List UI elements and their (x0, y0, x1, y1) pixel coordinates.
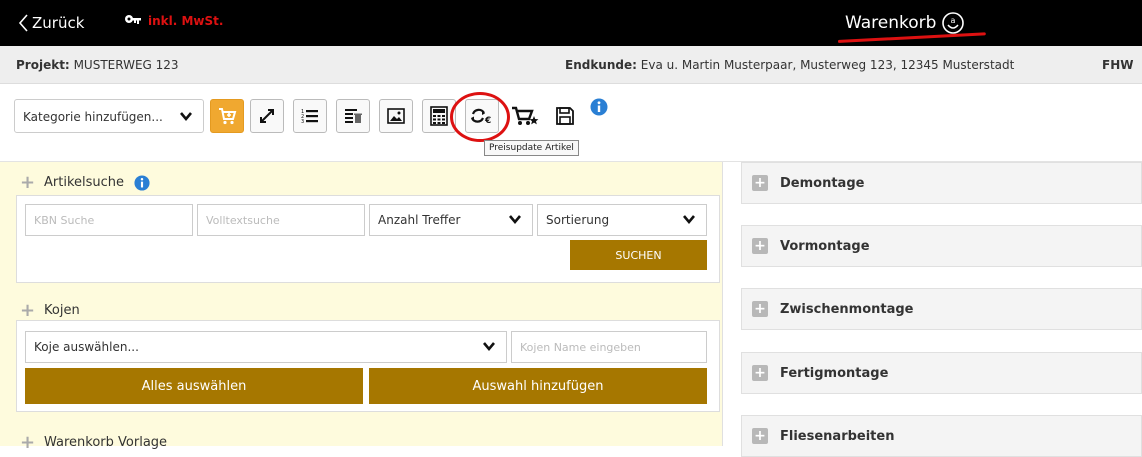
section-fliesenarbeiten[interactable]: + Fliesenarbeiten (741, 415, 1142, 457)
customer-info: Endkunde: Eva u. Martin Musterpaar, Must… (565, 58, 1014, 72)
sortierung-value: Sortierung (546, 213, 610, 227)
anzahl-treffer-select[interactable]: Anzahl Treffer (369, 204, 533, 236)
artikelsuche-title: Artikelsuche (44, 175, 125, 190)
chevron-down-icon (683, 215, 695, 225)
tooltip: Preisupdate Artikel (484, 140, 579, 156)
cart-star-icon (512, 106, 539, 125)
select-all-button[interactable]: Alles auswählen (25, 368, 363, 404)
info-button[interactable] (590, 98, 608, 120)
warenkorb-vorlage-header[interactable]: + Warenkorb Vorlage (20, 432, 167, 453)
key-icon (125, 15, 141, 24)
category-select[interactable]: Kategorie hinzufügen... (14, 99, 204, 133)
logo-icon: a (942, 12, 965, 34)
expand-plus-icon: + (752, 428, 768, 444)
expand-plus-icon: + (752, 238, 768, 254)
left-panel: + Artikelsuche KBN Suche Volltextsuche A… (0, 162, 722, 453)
back-button[interactable]: Zurück (18, 14, 84, 32)
expand-plus-icon: + (752, 365, 768, 381)
expand-icon (260, 109, 274, 123)
svg-text:3: 3 (301, 119, 304, 125)
mwst-label: inkl. MwSt. (148, 14, 224, 28)
customer-value: Eva u. Martin Musterpaar, Musterweg 123,… (640, 58, 1015, 72)
fulltext-search-input[interactable]: Volltextsuche (197, 204, 365, 236)
plus-icon: + (20, 432, 36, 453)
koje-select-value: Koje auswählen... (34, 340, 139, 354)
expand-button[interactable] (250, 99, 284, 133)
section-label: Vormontage (780, 238, 870, 254)
mwst-toggle[interactable]: inkl. MwSt. (124, 14, 223, 28)
search-button[interactable]: SUCHEN (570, 240, 707, 270)
project-label: Projekt: (16, 58, 70, 72)
project-bar: Projekt: MUSTERWEG 123 Endkunde: Eva u. … (0, 46, 1142, 84)
kojen-header[interactable]: + Kojen (20, 300, 80, 321)
section-label: Demontage (780, 175, 865, 191)
info-icon[interactable] (134, 174, 150, 191)
section-zwischenmontage[interactable]: + Zwischenmontage (741, 288, 1142, 330)
image-button[interactable] (379, 99, 413, 133)
chevron-left-icon (18, 14, 28, 32)
info-icon (590, 98, 608, 116)
section-label: Zwischenmontage (780, 301, 914, 317)
customer-label: Endkunde: (565, 58, 637, 72)
delete-list-button[interactable] (336, 99, 370, 133)
add-selection-button[interactable]: Auswahl hinzufügen (369, 368, 707, 404)
plus-icon: + (20, 172, 36, 193)
artikelsuche-panel: KBN Suche Volltextsuche Anzahl Treffer S… (16, 195, 720, 283)
artikelsuche-header[interactable]: + Artikelsuche (20, 172, 150, 193)
section-fertigmontage[interactable]: + Fertigmontage (741, 352, 1142, 394)
sortierung-select[interactable]: Sortierung (537, 204, 707, 236)
expand-plus-icon: + (752, 175, 768, 191)
chevron-down-icon (483, 342, 495, 352)
koje-select[interactable]: Koje auswählen... (25, 331, 507, 363)
cart-add-icon (219, 108, 237, 125)
category-select-value: Kategorie hinzufügen... (23, 110, 163, 124)
save-icon (556, 107, 574, 125)
kojen-title: Kojen (44, 303, 80, 318)
project-value: MUSTERWEG 123 (73, 58, 179, 72)
svg-text:a: a (951, 16, 956, 25)
section-label: Fertigmontage (780, 365, 889, 381)
image-icon (387, 108, 405, 124)
kbn-search-input[interactable]: KBN Suche (25, 204, 193, 236)
section-label: Fliesenarbeiten (780, 428, 895, 444)
list-delete-icon (345, 109, 362, 123)
top-bar: Zurück inkl. MwSt. Warenkorb a (0, 0, 1142, 46)
numbered-list-icon: 123 (301, 109, 318, 125)
section-vormontage[interactable]: + Vormontage (741, 225, 1142, 267)
add-to-cart-button[interactable] (210, 99, 244, 133)
toolbar: Kategorie hinzufügen... 123 € Preisupdat… (0, 84, 1142, 162)
chevron-down-icon (509, 215, 521, 225)
section-demontage[interactable]: + Demontage (741, 162, 1142, 204)
expand-plus-icon: + (752, 301, 768, 317)
favorite-cart-button[interactable] (508, 99, 542, 133)
plus-icon: + (20, 300, 36, 321)
annotation-circle (450, 92, 510, 142)
kojen-name-input[interactable]: Kojen Name eingeben (511, 331, 707, 363)
calculator-icon (430, 106, 448, 126)
project-info: Projekt: MUSTERWEG 123 (16, 58, 179, 72)
chevron-down-icon (180, 112, 192, 122)
page-title: Warenkorb a (845, 12, 965, 34)
save-button[interactable] (548, 99, 582, 133)
anzahl-treffer-value: Anzahl Treffer (378, 213, 461, 227)
fhw-label: FHW (1102, 58, 1134, 72)
back-label: Zurück (32, 14, 85, 32)
page-title-text: Warenkorb (845, 13, 937, 33)
numbered-list-button[interactable]: 123 (293, 99, 327, 133)
warenkorb-vorlage-title: Warenkorb Vorlage (44, 435, 168, 450)
kojen-panel: Koje auswählen... Kojen Name eingeben Al… (16, 320, 720, 412)
